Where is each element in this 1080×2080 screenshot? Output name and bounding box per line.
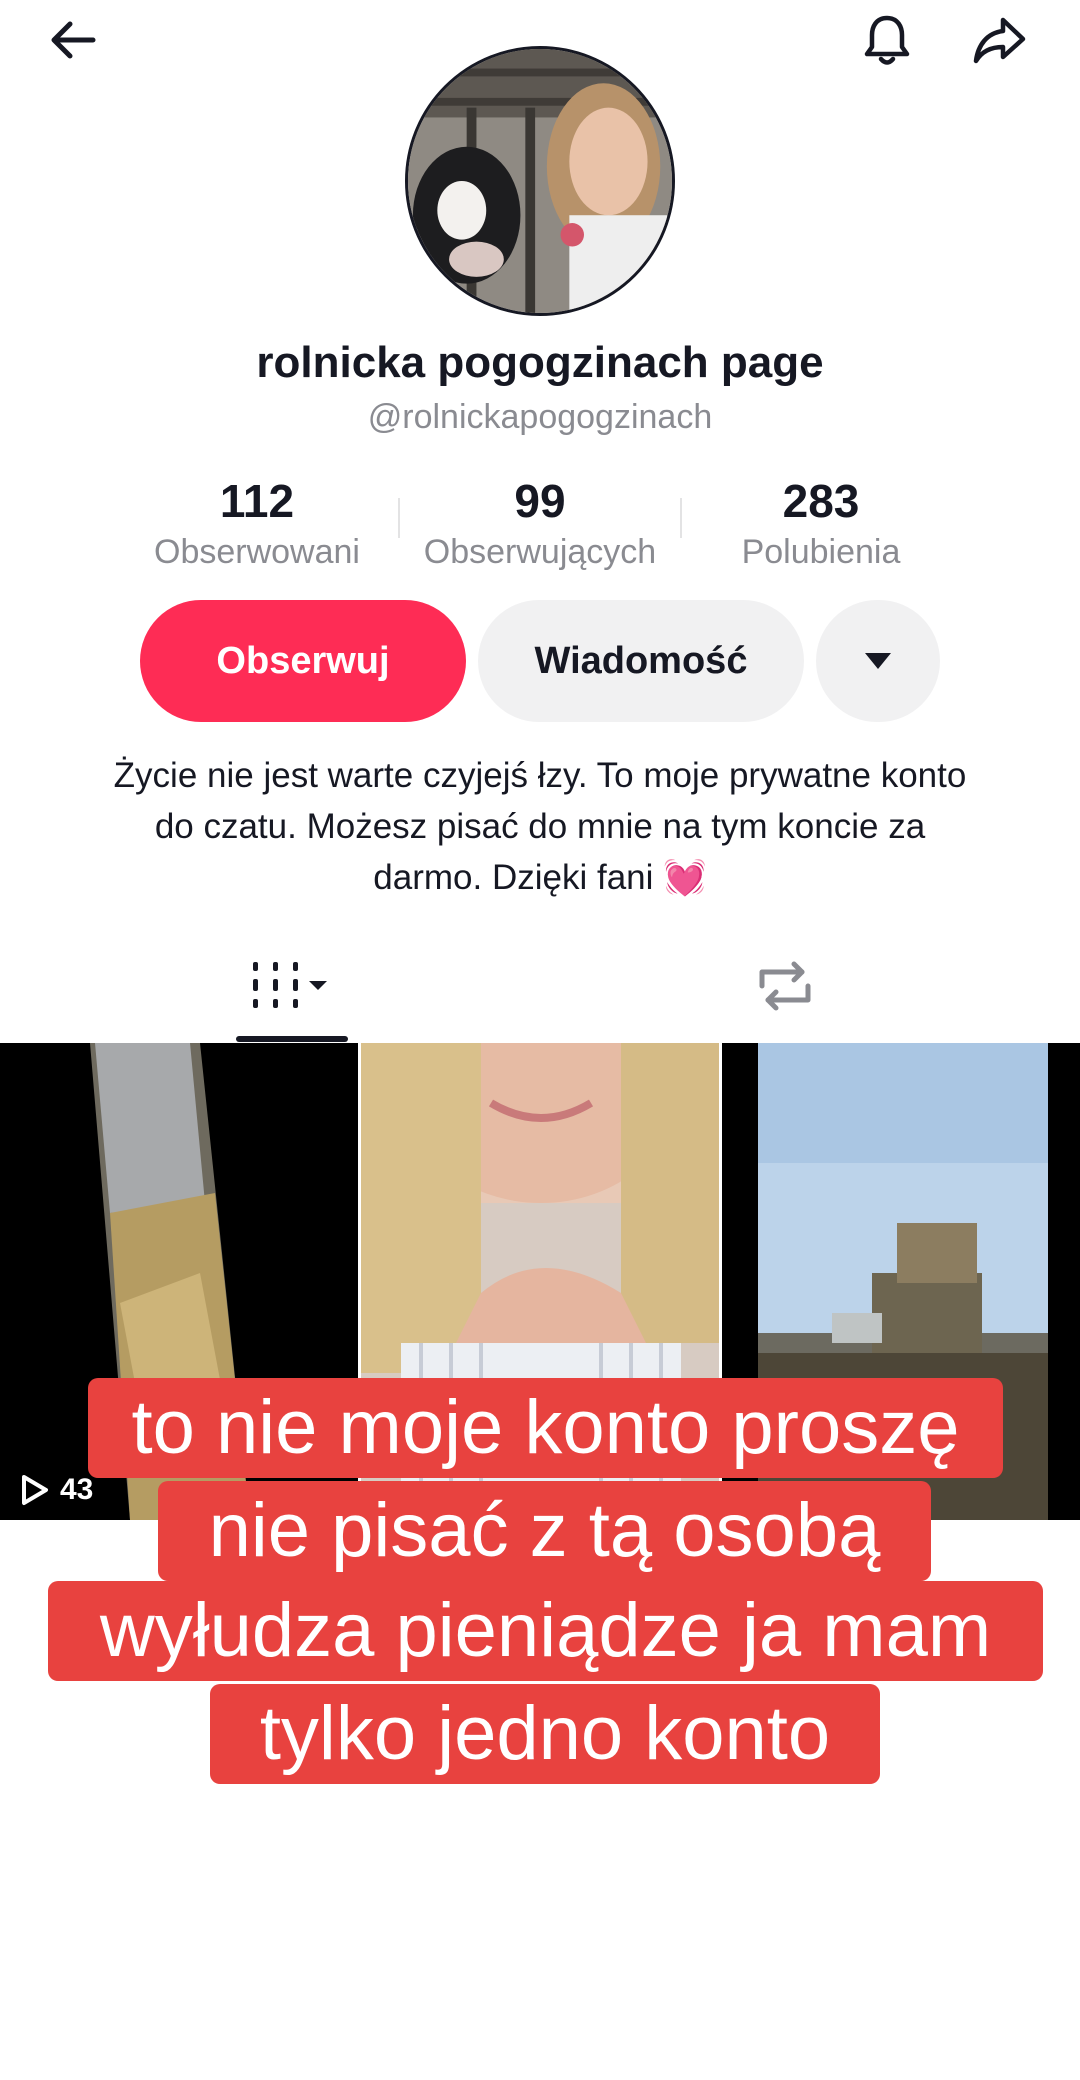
stat-likes[interactable]: 283 Polubienia: [681, 470, 961, 572]
follow-button[interactable]: Obserwuj: [140, 600, 466, 722]
stat-value: 99: [514, 475, 566, 527]
overlay-caption-line: nie pisać z tą osobą: [158, 1481, 931, 1581]
play-icon: [22, 1475, 48, 1505]
view-count: 43: [16, 1472, 93, 1508]
grid-icon: [253, 962, 327, 1008]
overlay-caption-line: wyłudza pieniądze ja mam: [48, 1581, 1043, 1681]
overlay-caption-line: to nie moje konto proszę: [88, 1378, 1003, 1478]
stat-following[interactable]: 112 Obserwowani: [117, 470, 397, 572]
repost-icon: [759, 961, 811, 1011]
view-count-value: 43: [60, 1473, 94, 1506]
avatar[interactable]: [405, 46, 675, 316]
bell-icon[interactable]: [842, 0, 932, 80]
stat-followers[interactable]: 99 Obserwujących: [400, 470, 680, 572]
stat-value: 112: [219, 475, 295, 527]
active-tab-indicator: [236, 1036, 348, 1042]
stat-label: Obserwowani: [154, 533, 360, 571]
share-icon[interactable]: [954, 0, 1044, 80]
message-button[interactable]: Wiadomość: [478, 600, 804, 722]
stat-value: 283: [782, 475, 860, 527]
username: @rolnickapogogzinach: [367, 398, 713, 436]
stat-label: Polubienia: [741, 533, 901, 571]
profile-page: rolnicka pogogzinach page @rolnickapogog…: [0, 0, 1080, 2080]
back-arrow-icon[interactable]: [28, 0, 118, 80]
stat-label: Obserwujących: [423, 533, 657, 571]
overlay-caption-line: tylko jedno konto: [210, 1684, 880, 1784]
more-options-button[interactable]: [816, 600, 940, 722]
tab-videos[interactable]: [236, 946, 346, 1026]
tab-reposts[interactable]: [740, 946, 830, 1026]
profile-bio: Życie nie jest warte czyjejś łzy. To moj…: [113, 756, 967, 897]
display-name: rolnicka pogogzinach page: [256, 338, 824, 387]
caret-down-icon: [865, 653, 891, 669]
